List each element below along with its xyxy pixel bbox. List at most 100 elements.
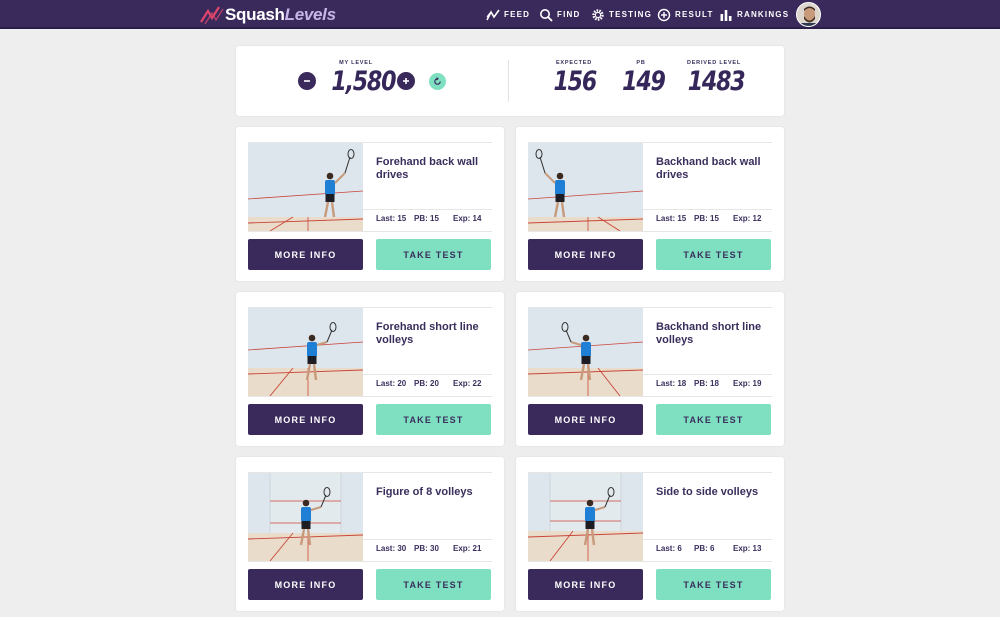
take-test-button[interactable]: TAKE TEST — [656, 569, 771, 600]
decrease-level-button[interactable] — [298, 72, 316, 90]
card-divider — [248, 396, 492, 397]
drill-last-score: Last: 15 — [656, 214, 687, 223]
card-divider — [643, 209, 772, 210]
take-test-button[interactable]: TAKE TEST — [656, 404, 771, 435]
nav-find-label: FIND — [557, 10, 581, 19]
drill-expected-score: Exp: 13 — [733, 544, 762, 553]
card-divider — [248, 561, 492, 562]
drill-photo-frame[interactable] — [248, 473, 363, 561]
drill-photo — [248, 143, 363, 231]
drill-photo-frame[interactable] — [248, 143, 363, 231]
increase-level-button[interactable] — [397, 72, 415, 90]
plus-icon — [403, 78, 409, 84]
drill-photo — [528, 143, 643, 231]
drill-card: Forehand back wall drives Last: 15 PB: 1… — [236, 127, 504, 281]
drill-title: Figure of 8 volleys — [376, 486, 473, 498]
more-info-button[interactable]: MORE INFO — [528, 569, 643, 600]
drill-last-score: Last: 6 — [656, 544, 682, 553]
drill-photo — [248, 473, 363, 561]
more-info-button[interactable]: MORE INFO — [248, 239, 363, 270]
logo[interactable]: SquashLevels — [200, 4, 336, 26]
card-divider — [643, 374, 772, 375]
nav-testing[interactable]: TESTING — [591, 0, 652, 29]
drill-photo — [248, 308, 363, 396]
derived-level-stat: DERIVED LEVEL 1483 — [682, 60, 746, 97]
drill-card: Backhand back wall drives Last: 15 PB: 1… — [516, 127, 784, 281]
more-info-button[interactable]: MORE INFO — [528, 404, 643, 435]
drill-pb-score: PB: 15 — [694, 214, 719, 223]
derived-level-value: 1483 — [687, 66, 746, 97]
drill-photo — [528, 473, 643, 561]
level-summary-card: MY LEVEL 1,580 EXPECTED 156 PB 149 DERIV… — [236, 46, 784, 116]
drill-expected-score: Exp: 22 — [453, 379, 482, 388]
take-test-button[interactable]: TAKE TEST — [656, 239, 771, 270]
nav-result[interactable]: RESULT — [657, 0, 714, 29]
card-divider — [363, 209, 492, 210]
drill-pb-score: PB: 18 — [694, 379, 719, 388]
drill-last-score: Last: 15 — [376, 214, 407, 223]
avatar-image — [797, 3, 820, 26]
logo-text: SquashLevels — [225, 5, 336, 24]
drill-expected-score: Exp: 12 — [733, 214, 762, 223]
my-level-stat: MY LEVEL 1,580 — [326, 60, 396, 97]
my-level-value: 1,580 — [331, 66, 396, 97]
stats-divider — [508, 60, 509, 102]
pb-value: 149 — [622, 66, 666, 97]
card-divider — [528, 396, 772, 397]
refresh-icon — [434, 77, 441, 85]
drill-card: Forehand short line volleys Last: 20 PB:… — [236, 292, 504, 446]
take-test-button[interactable]: TAKE TEST — [376, 569, 491, 600]
drill-last-score: Last: 20 — [376, 379, 407, 388]
card-divider — [528, 231, 772, 232]
bar-chart-icon — [720, 9, 732, 21]
gear-icon — [592, 8, 604, 21]
drill-title: Forehand back wall drives — [376, 156, 479, 181]
minus-icon — [304, 80, 310, 82]
nav-rankings[interactable]: RANKINGS — [719, 0, 789, 29]
drill-title: Side to side volleys — [656, 486, 759, 498]
nav-feed[interactable]: FEED — [486, 0, 530, 29]
nav-rankings-label: RANKINGS — [737, 10, 790, 19]
more-info-button[interactable]: MORE INFO — [528, 239, 643, 270]
card-divider — [363, 374, 492, 375]
nav-testing-label: TESTING — [609, 10, 653, 19]
drill-title: Backhand short line volleys — [656, 321, 762, 346]
more-info-button[interactable]: MORE INFO — [248, 569, 363, 600]
card-divider — [363, 539, 492, 540]
drill-photo-frame[interactable] — [248, 308, 363, 396]
drill-card: Figure of 8 volleys Last: 30 PB: 30 Exp:… — [236, 457, 504, 611]
user-avatar[interactable] — [796, 2, 821, 27]
trend-icon — [486, 9, 500, 20]
search-icon — [540, 8, 553, 22]
reset-level-button[interactable] — [429, 73, 446, 90]
drill-photo-frame[interactable] — [528, 308, 643, 396]
drill-title: Forehand short line volleys — [376, 321, 479, 346]
drill-expected-score: Exp: 21 — [453, 544, 482, 553]
drill-expected-score: Exp: 19 — [733, 379, 762, 388]
drill-card: Backhand short line volleys Last: 18 PB:… — [516, 292, 784, 446]
drill-pb-score: PB: 30 — [414, 544, 439, 553]
expected-value: 156 — [553, 66, 598, 97]
drill-pb-score: PB: 20 — [414, 379, 439, 388]
drill-last-score: Last: 30 — [376, 544, 407, 553]
logo-mark-icon — [200, 6, 224, 25]
nav-feed-label: FEED — [504, 10, 531, 19]
plus-circle-icon — [657, 8, 671, 21]
drill-photo-frame[interactable] — [528, 143, 643, 231]
take-test-button[interactable]: TAKE TEST — [376, 239, 491, 270]
expected-stat: EXPECTED 156 — [549, 60, 599, 97]
take-test-button[interactable]: TAKE TEST — [376, 404, 491, 435]
nav-find[interactable]: FIND — [539, 0, 580, 29]
card-divider — [248, 231, 492, 232]
drill-last-score: Last: 18 — [656, 379, 687, 388]
more-info-button[interactable]: MORE INFO — [248, 404, 363, 435]
drill-pb-score: PB: 6 — [694, 544, 715, 553]
top-navigation-bar: SquashLevels FEED FIND TESTING RESULT RA… — [0, 0, 1000, 29]
drill-photo — [528, 308, 643, 396]
drill-pb-score: PB: 15 — [414, 214, 439, 223]
drill-photo-frame[interactable] — [528, 473, 643, 561]
pb-stat: PB 149 — [618, 60, 666, 97]
drill-expected-score: Exp: 14 — [453, 214, 482, 223]
drill-card: Side to side volleys Last: 6 PB: 6 Exp: … — [516, 457, 784, 611]
card-divider — [528, 561, 772, 562]
